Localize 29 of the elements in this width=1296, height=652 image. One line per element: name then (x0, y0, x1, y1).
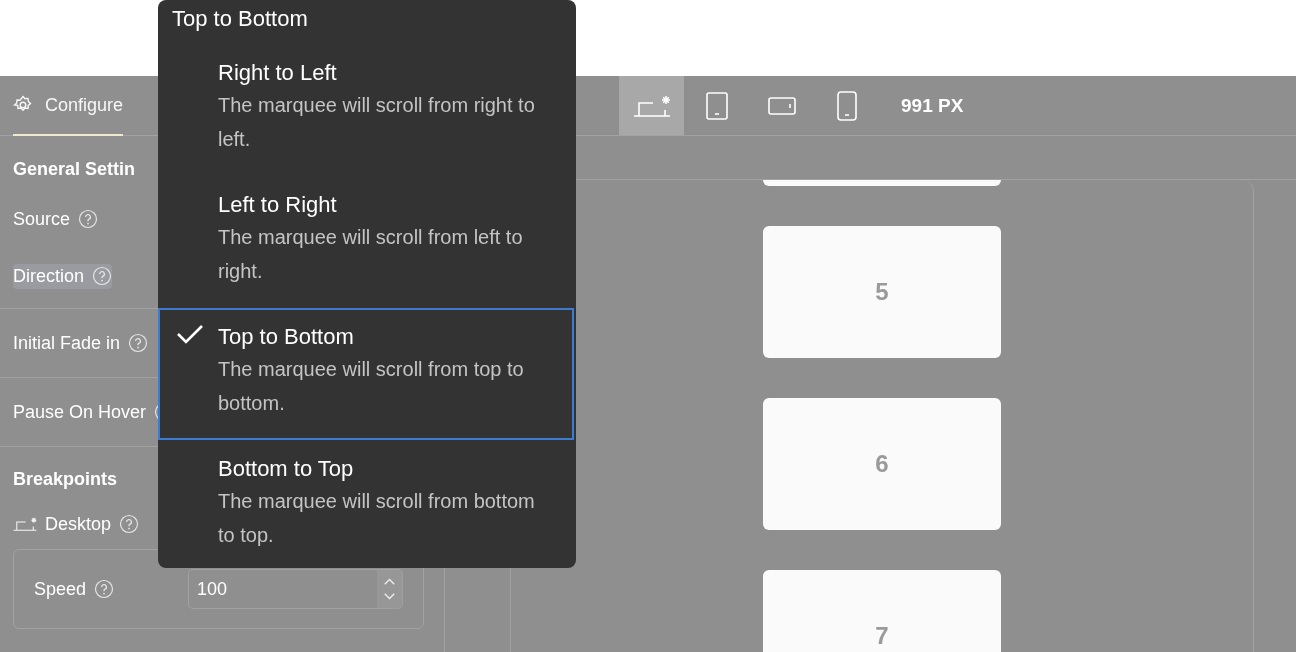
section-heading: Breakpoints (13, 468, 118, 491)
help-icon[interactable] (128, 333, 149, 353)
marquee-item: 6 (763, 398, 1001, 530)
laptop-icon (13, 516, 37, 532)
tablet-icon (705, 91, 728, 120)
laptop-icon (632, 93, 671, 118)
marquee-item: 5 (763, 226, 1001, 358)
field-label: Source (13, 208, 71, 230)
direction-option[interactable]: Right to Left The marquee will scroll from right to left. (158, 44, 574, 176)
help-icon[interactable] (94, 579, 115, 599)
direction-option[interactable]: Bottom to Top The marquee will scroll from bottom to top. (158, 440, 574, 572)
phone-icon (836, 90, 857, 121)
section-heading: General Settin (13, 158, 136, 181)
marquee-item: 7 (763, 570, 1001, 652)
toggle-label: Initial Fade in (13, 332, 121, 354)
direction-option[interactable]: Left to Right The marquee will scroll from left to right. (158, 176, 574, 308)
breakpoint-label: Desktop (13, 513, 112, 535)
help-icon[interactable] (119, 514, 140, 534)
selected-value: Top to Bottom (171, 5, 309, 33)
viewport-width: 991 PX (901, 94, 964, 117)
toggle-label: Pause On Hover (13, 401, 147, 423)
field-label: Direction (13, 265, 85, 287)
checkmark-icon (176, 324, 204, 344)
direction-option[interactable]: Top to Bottom The marquee will scroll from top to bottom. (158, 308, 574, 440)
field-label: Speed (34, 578, 87, 600)
help-icon[interactable] (92, 266, 113, 286)
help-icon[interactable] (78, 209, 99, 229)
device-button[interactable] (619, 76, 684, 135)
tablet-landscape-icon (767, 96, 796, 115)
